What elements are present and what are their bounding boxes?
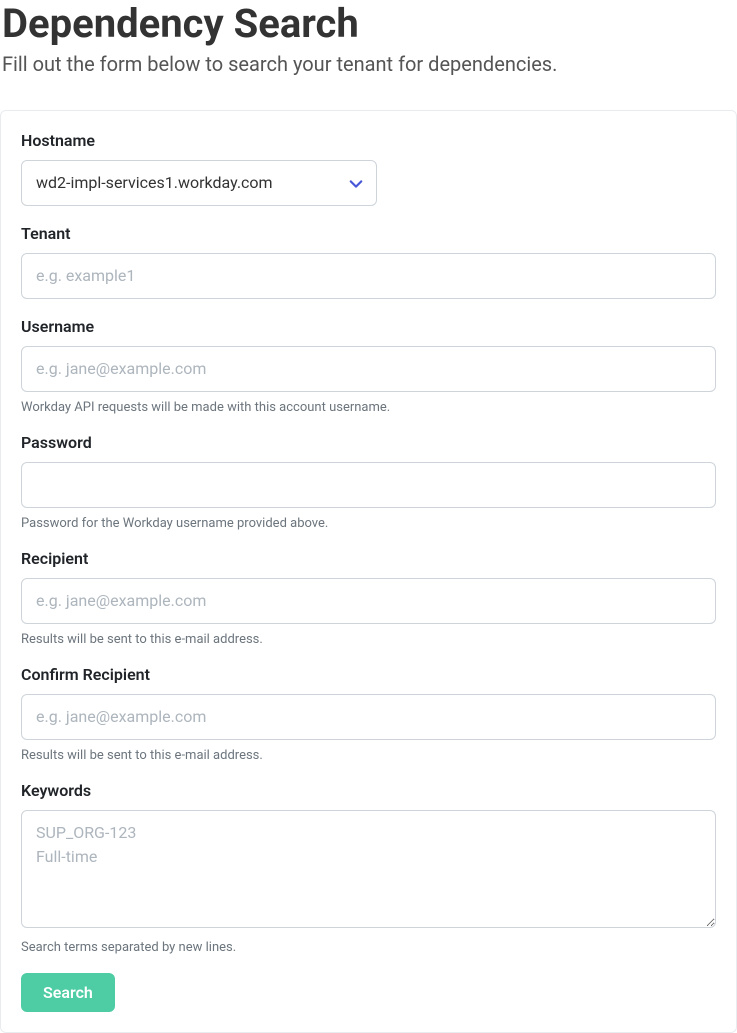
password-label: Password bbox=[21, 433, 716, 452]
password-input[interactable] bbox=[21, 462, 716, 508]
page-subtitle: Fill out the form below to search your t… bbox=[2, 52, 735, 76]
tenant-input[interactable] bbox=[21, 253, 716, 299]
recipient-help: Results will be sent to this e-mail addr… bbox=[21, 632, 716, 647]
username-input[interactable] bbox=[21, 346, 716, 392]
confirm-recipient-help: Results will be sent to this e-mail addr… bbox=[21, 748, 716, 763]
page-title: Dependency Search bbox=[2, 0, 735, 48]
hostname-label: Hostname bbox=[21, 131, 716, 150]
hostname-select[interactable]: wd2-impl-services1.workday.com bbox=[21, 160, 377, 206]
recipient-input[interactable] bbox=[21, 578, 716, 624]
username-help: Workday API requests will be made with t… bbox=[21, 400, 716, 415]
username-label: Username bbox=[21, 317, 716, 336]
search-form-card: Hostname wd2-impl-services1.workday.com … bbox=[0, 110, 737, 1033]
password-help: Password for the Workday username provid… bbox=[21, 516, 716, 531]
tenant-label: Tenant bbox=[21, 224, 716, 243]
search-button[interactable]: Search bbox=[21, 973, 115, 1012]
confirm-recipient-input[interactable] bbox=[21, 694, 716, 740]
confirm-recipient-label: Confirm Recipient bbox=[21, 665, 716, 684]
keywords-label: Keywords bbox=[21, 781, 716, 800]
keywords-textarea[interactable] bbox=[21, 810, 716, 928]
recipient-label: Recipient bbox=[21, 549, 716, 568]
